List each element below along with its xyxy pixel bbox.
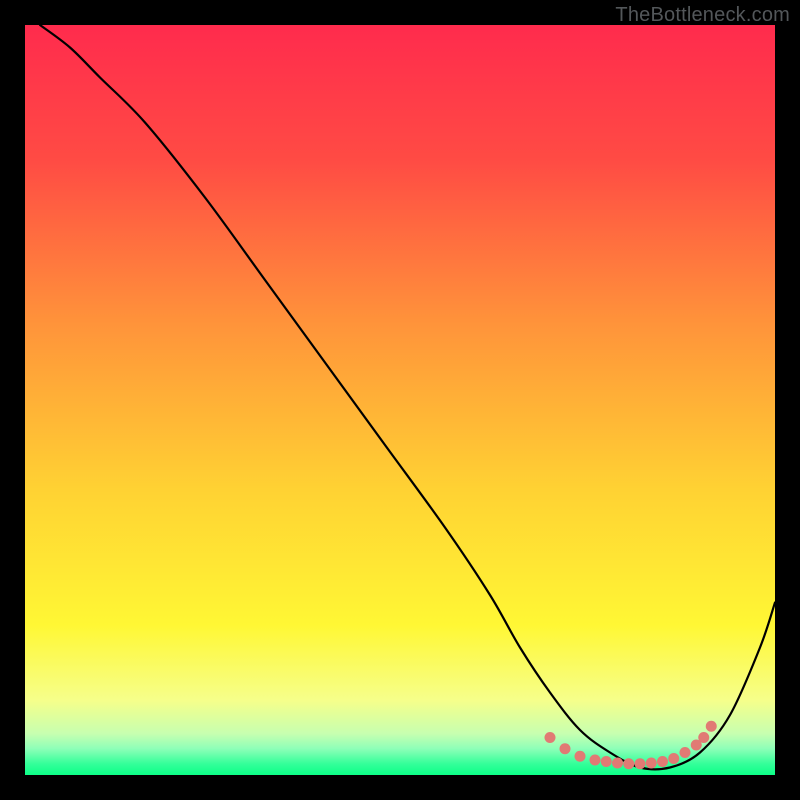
marker-dot <box>635 758 646 769</box>
marker-dot <box>560 743 571 754</box>
marker-dot <box>575 751 586 762</box>
chart-background <box>25 25 775 775</box>
marker-dot <box>590 755 601 766</box>
marker-dot <box>623 758 634 769</box>
marker-dot <box>545 732 556 743</box>
marker-dot <box>612 758 623 769</box>
marker-dot <box>646 758 657 769</box>
bottleneck-chart <box>25 25 775 775</box>
marker-dot <box>698 732 709 743</box>
marker-dot <box>668 753 679 764</box>
marker-dot <box>706 721 717 732</box>
marker-dot <box>601 756 612 767</box>
marker-dot <box>657 756 668 767</box>
marker-dot <box>680 747 691 758</box>
attribution-text: TheBottleneck.com <box>615 4 790 27</box>
chart-frame: TheBottleneck.com <box>0 0 800 800</box>
